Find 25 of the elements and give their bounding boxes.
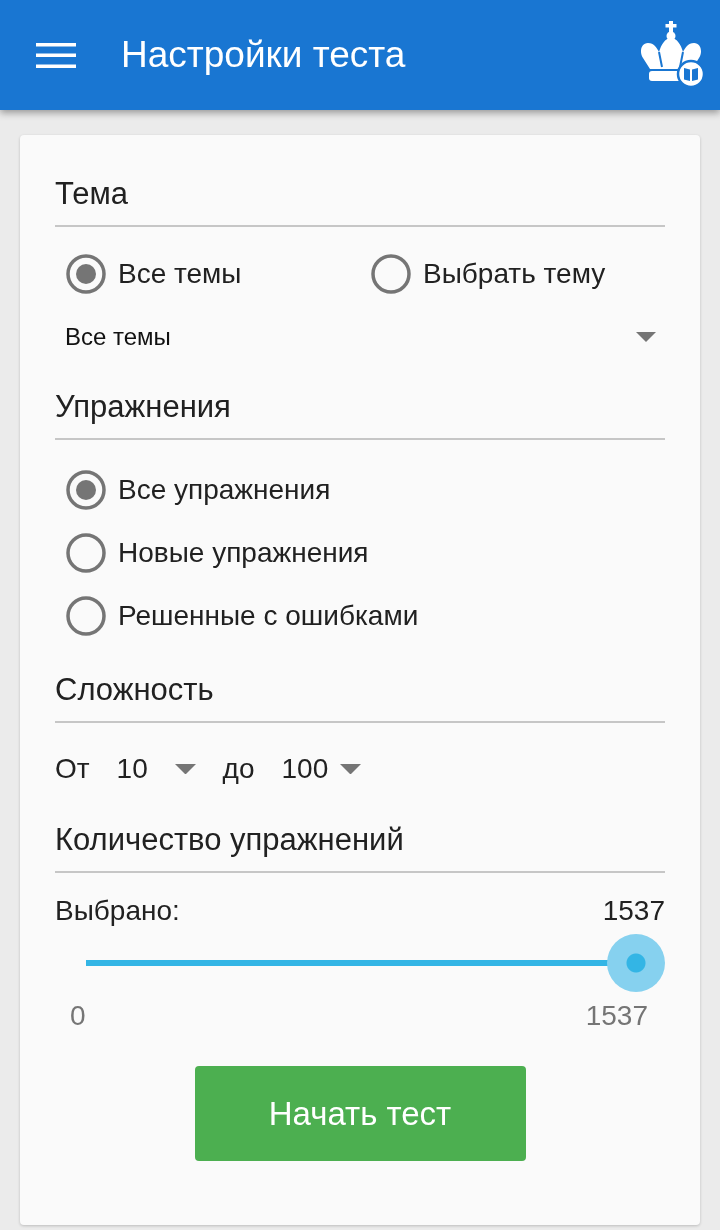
slider-min-label: 0 [70, 1000, 86, 1032]
radio-option[interactable]: Решенные с ошибками [55, 591, 423, 641]
theme-dropdown[interactable]: Все темы [55, 315, 665, 359]
radio-option[interactable]: Все темы [55, 249, 246, 299]
selected-label: Выбрано: [55, 895, 180, 927]
selected-count: 1537 [602, 895, 665, 927]
crown-icon [640, 21, 706, 89]
slider-max-label: 1537 [585, 1000, 648, 1032]
section-heading: Упражнения [55, 389, 665, 440]
section-heading: Сложность [55, 672, 665, 723]
menu-icon[interactable] [36, 42, 76, 68]
radio-option[interactable]: Выбрать тему [360, 249, 610, 299]
from-label: От [55, 753, 90, 785]
radio-option[interactable]: Все упражнения [55, 465, 335, 515]
caret-icon [636, 332, 656, 342]
from-dropdown[interactable]: 10 [106, 747, 206, 791]
radio-option[interactable]: Новые упражнения [55, 528, 373, 578]
section-heading: Количество упражнений [55, 822, 665, 873]
caret-icon [339, 763, 361, 775]
slider-thumb[interactable] [607, 934, 665, 992]
screen-title: Настройки теста [121, 34, 406, 76]
section-heading: Тема [55, 176, 665, 227]
to-label: до [222, 753, 255, 785]
caret-icon [174, 763, 196, 775]
to-dropdown[interactable]: 100 [271, 747, 371, 791]
